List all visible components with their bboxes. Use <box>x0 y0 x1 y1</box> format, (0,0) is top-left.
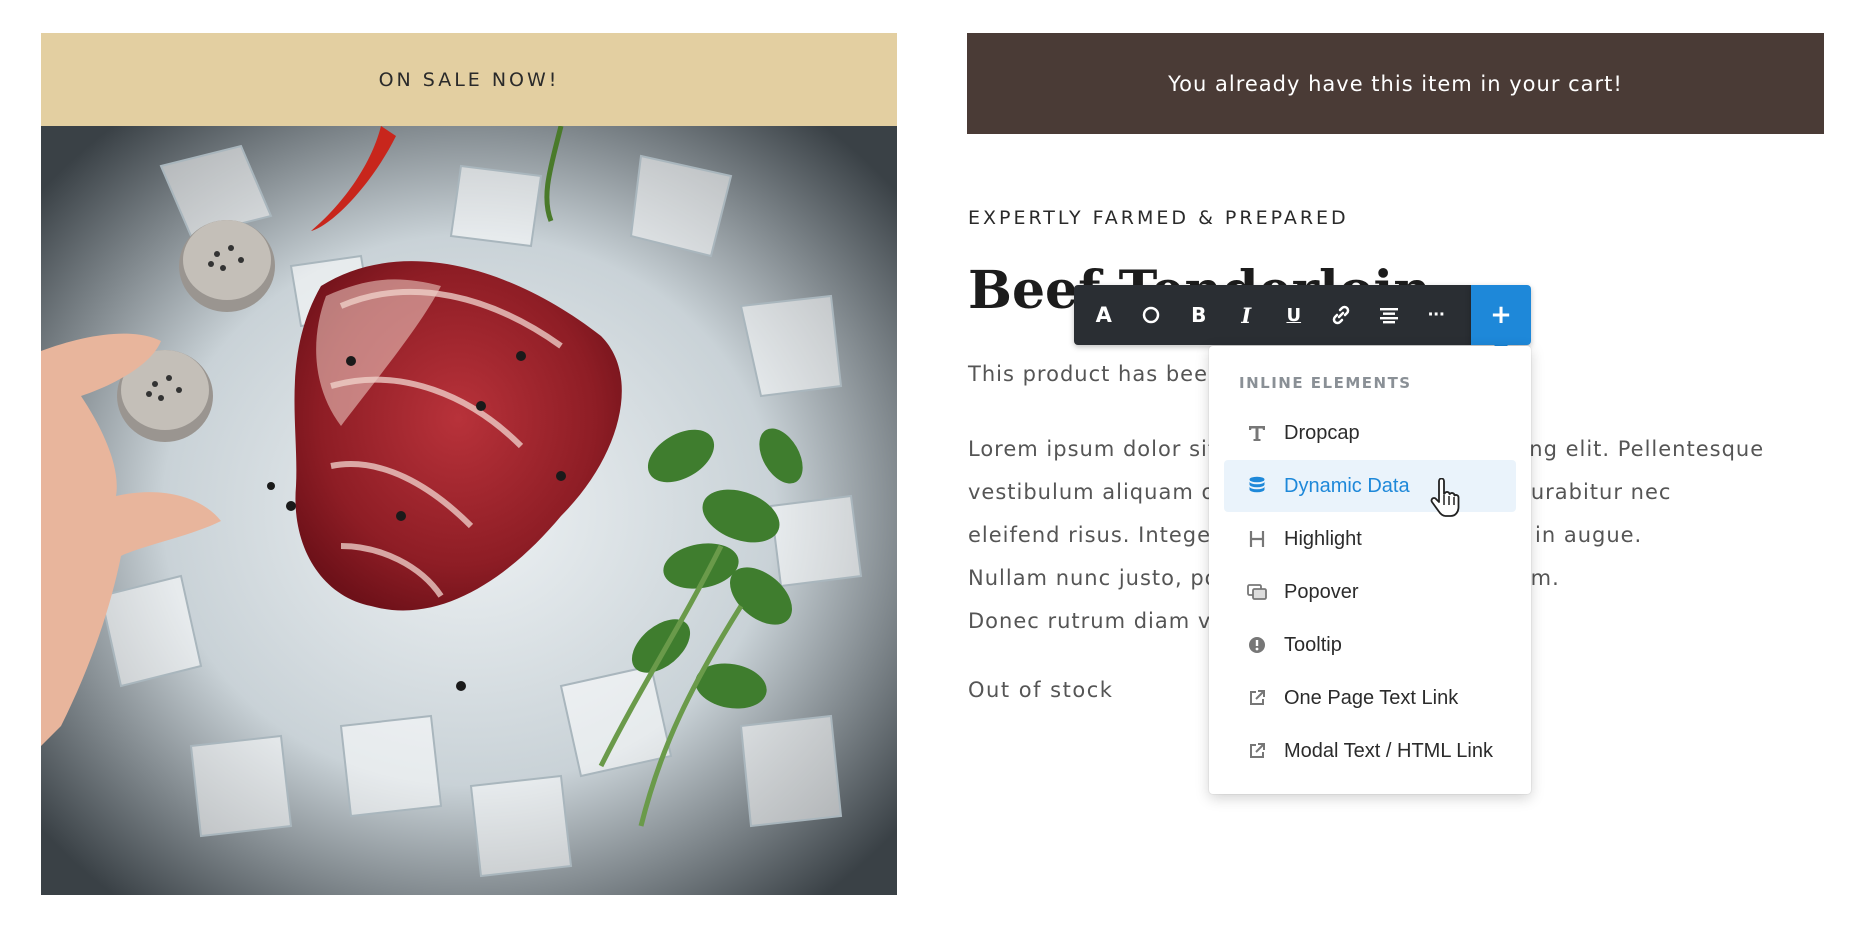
link-icon <box>1332 305 1350 325</box>
highlight-h-icon <box>1244 529 1270 549</box>
text-t-icon <box>1244 423 1270 443</box>
align-button[interactable] <box>1365 285 1413 345</box>
product-short-description: This product has been <box>968 362 1223 386</box>
italic-icon: I <box>1241 302 1252 328</box>
menu-item-dynamic-data[interactable]: Dynamic Data <box>1224 460 1516 512</box>
bold-icon: B <box>1191 303 1207 327</box>
cart-notice-text: You already have this item in your cart! <box>1168 71 1623 96</box>
stock-status: Out of stock <box>968 678 1114 702</box>
align-center-icon <box>1379 308 1398 324</box>
sale-banner-text: ON SALE NOW! <box>378 68 560 91</box>
info-circle-icon <box>1244 636 1270 654</box>
menu-item-modal-link[interactable]: Modal Text / HTML Link <box>1224 725 1516 777</box>
inline-elements-dropdown: INLINE ELEMENTS Dropcap Dynamic Data Hig… <box>1209 346 1531 794</box>
text-format-toolbar: A B I U ··· <box>1074 285 1471 345</box>
menu-item-one-page-link[interactable]: One Page Text Link <box>1224 672 1516 724</box>
menu-item-label: Tooltip <box>1284 633 1342 656</box>
popover-icon <box>1244 583 1270 601</box>
link-button[interactable] <box>1318 285 1366 345</box>
plus-icon: + <box>1490 300 1512 330</box>
menu-item-tooltip[interactable]: Tooltip <box>1224 619 1516 671</box>
menu-item-dropcap[interactable]: Dropcap <box>1224 407 1516 459</box>
italic-button[interactable]: I <box>1223 285 1271 345</box>
menu-item-label: One Page Text Link <box>1284 686 1459 709</box>
external-link-icon <box>1244 689 1270 707</box>
menu-item-label: Popover <box>1284 580 1359 603</box>
product-image <box>41 126 897 895</box>
menu-item-label: Dynamic Data <box>1284 474 1410 497</box>
dropdown-header: INLINE ELEMENTS <box>1239 374 1412 392</box>
product-eyebrow: EXPERTLY FARMED & PREPARED <box>968 207 1349 229</box>
underline-button[interactable]: U <box>1270 285 1318 345</box>
text-color-button[interactable]: A <box>1080 285 1128 345</box>
bold-button[interactable]: B <box>1175 285 1223 345</box>
circle-icon <box>1143 306 1160 324</box>
text-color-icon: A <box>1095 303 1112 327</box>
external-link-icon <box>1244 742 1270 760</box>
background-button[interactable] <box>1128 285 1176 345</box>
more-button[interactable]: ··· <box>1413 285 1461 345</box>
underline-icon: U <box>1286 304 1302 326</box>
menu-item-label: Modal Text / HTML Link <box>1284 739 1493 762</box>
steak-on-ice-photo <box>41 126 897 895</box>
hand-cursor-icon <box>1430 478 1460 517</box>
cart-notice: You already have this item in your cart! <box>967 33 1824 134</box>
menu-item-label: Highlight <box>1284 527 1362 550</box>
sale-banner: ON SALE NOW! <box>41 33 897 126</box>
menu-item-label: Dropcap <box>1284 421 1360 444</box>
more-icon: ··· <box>1427 303 1446 326</box>
menu-item-highlight[interactable]: Highlight <box>1224 513 1516 565</box>
add-inline-element-button[interactable]: + <box>1471 285 1531 352</box>
database-icon <box>1244 476 1270 496</box>
menu-item-popover[interactable]: Popover <box>1224 566 1516 618</box>
